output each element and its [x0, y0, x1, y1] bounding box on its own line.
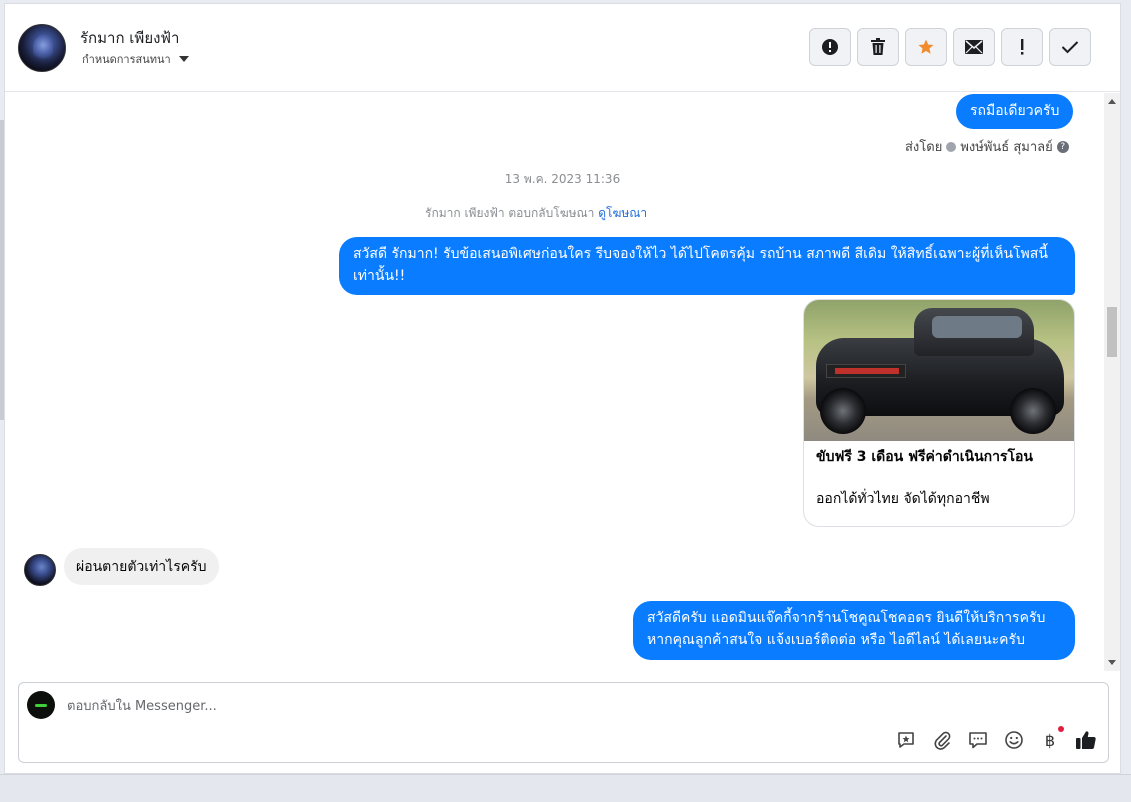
saved-reply-icon: [898, 732, 914, 748]
ad-title: ขับฟรี 3 เดือน ฟรีค่าดำเนินการโอน: [816, 449, 1033, 465]
thumbs-up-icon: [1076, 731, 1096, 749]
star-icon: [918, 39, 934, 54]
smiley-icon: [1005, 731, 1023, 749]
page-avatar: [27, 691, 55, 719]
ad-reply-text: รักมาก เพียงฟ้า ตอบกลับโฆษณา: [425, 206, 595, 220]
emoji-button[interactable]: [1003, 729, 1025, 751]
view-ad-link[interactable]: ดูโฆษณา: [598, 206, 647, 220]
exclamation-icon: [1021, 39, 1024, 55]
help-icon[interactable]: ?: [1056, 140, 1069, 153]
attach-button[interactable]: [931, 729, 953, 751]
follow-up-button[interactable]: [1001, 28, 1043, 66]
reply-input[interactable]: [67, 695, 867, 717]
outgoing-message[interactable]: สวัสดีครับ แอดมินแจ๊คกี้จากร้านโชคูณโชคอ…: [633, 601, 1075, 660]
mark-spam-button[interactable]: [809, 28, 851, 66]
checkmark-icon: [1061, 41, 1079, 54]
verified-icon: [946, 141, 957, 152]
conversation-panel: รักมาก เพียงฟ้า กำหนดการสนทนา รถมือเดียว…: [4, 3, 1121, 774]
message-timestamp: 13 พ.ค. 2023 11:36: [504, 172, 621, 186]
outgoing-message[interactable]: รถมือเดียวครับ: [956, 94, 1074, 129]
like-button[interactable]: [1075, 729, 1097, 751]
ad-card[interactable]: ขับฟรี 3 เดือน ฟรีค่าดำเนินการโอน ออกได้…: [803, 299, 1075, 527]
ad-reply-note: รักมาก เพียงฟ้า ตอบกลับโฆษณา ดูโฆษณา: [425, 204, 647, 223]
quick-reply-button[interactable]: [967, 729, 989, 751]
reply-composer: ฿: [18, 682, 1109, 763]
trash-icon: [871, 38, 885, 55]
star-button[interactable]: [905, 28, 947, 66]
contact-avatar[interactable]: [18, 24, 66, 72]
contact-name[interactable]: รักมาก เพียงฟ้า: [80, 26, 179, 50]
baht-icon: ฿: [1044, 730, 1056, 750]
sent-by-label: ส่งโดย พงษ์พันธ์ สุมาลย์ ?: [905, 136, 1069, 157]
delete-button[interactable]: [857, 28, 899, 66]
scrollbar-thumb[interactable]: [1107, 307, 1117, 357]
mark-unread-button[interactable]: [953, 28, 995, 66]
scrollbar[interactable]: [1104, 93, 1120, 671]
notification-dot: [1058, 726, 1064, 732]
message-thread[interactable]: รถมือเดียวครับ ส่งโดย พงษ์พันธ์ สุมาลย์ …: [5, 93, 1120, 671]
saved-reply-button[interactable]: [895, 729, 917, 751]
paperclip-icon: [934, 731, 951, 750]
bottom-band: [0, 774, 1131, 802]
outgoing-message[interactable]: สวัสดี รักมาก! รับข้อเสนอพิเศษก่อนใคร รี…: [339, 237, 1075, 295]
assign-label: กำหนดการสนทนา: [82, 53, 171, 66]
scroll-down-arrow-icon[interactable]: [1108, 660, 1116, 665]
incoming-message[interactable]: ผ่อนตายตัวเท่าไรครับ: [64, 548, 219, 585]
ad-subtitle: ออกได้ทั่วไทย จัดได้ทุกอาชีพ: [816, 491, 990, 507]
composer-tools: ฿: [895, 726, 1097, 751]
envelope-icon: [965, 40, 983, 54]
sent-by-name: พงษ์พันธ์ สุมาลย์: [960, 140, 1053, 155]
header-actions: [809, 28, 1091, 66]
ad-image-pickup-truck: [804, 300, 1074, 441]
assign-conversation-dropdown[interactable]: กำหนดการสนทนา: [82, 50, 189, 68]
payment-button[interactable]: ฿: [1039, 726, 1064, 751]
conversation-header: รักมาก เพียงฟ้า กำหนดการสนทนา: [5, 4, 1120, 92]
scroll-up-arrow-icon[interactable]: [1108, 99, 1116, 104]
alert-circle-icon: [822, 39, 838, 55]
contact-avatar[interactable]: [24, 554, 56, 586]
chat-bubble-icon: [969, 732, 987, 749]
caret-down-icon: [178, 56, 189, 62]
sent-by-prefix: ส่งโดย: [905, 140, 943, 155]
mark-done-button[interactable]: [1049, 28, 1091, 66]
